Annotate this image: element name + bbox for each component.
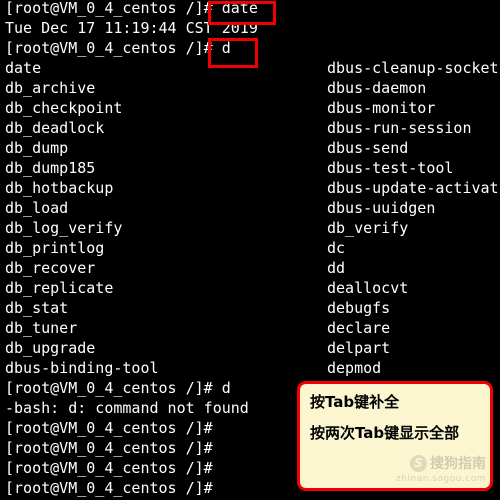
terminal-line: [root@VM_0_4_centos /]# xyxy=(5,439,213,457)
terminal-line: db_verify xyxy=(327,219,409,237)
terminal-line: dbus-test-tool xyxy=(327,159,454,177)
terminal-line: [root@VM_0_4_centos /]# xyxy=(5,459,213,477)
terminal-line: db_archive xyxy=(5,79,96,97)
terminal-line: db_replicate xyxy=(5,279,114,297)
annotation-line-2: 按两次Tab键显示全部 xyxy=(310,424,460,442)
terminal-line: dd xyxy=(327,259,346,277)
watermark-name: 搜狗指南 xyxy=(430,456,486,472)
terminal-line: dbus-send xyxy=(327,139,409,157)
terminal-line: dbus-cleanup-socket xyxy=(327,59,499,77)
terminal-line: db_checkpoint xyxy=(5,99,123,117)
sogou-logo-icon: S xyxy=(410,454,427,472)
terminal-line: dbus-binding-tool xyxy=(5,359,159,377)
terminal-line: date xyxy=(5,59,42,77)
terminal-line: db_recover xyxy=(5,259,96,277)
terminal-line: db_dump185 xyxy=(5,159,96,177)
terminal-line: delpart xyxy=(327,339,391,357)
terminal-line: dbus-daemon xyxy=(327,79,427,97)
watermark: S 搜狗指南 zhinan.sogou.com xyxy=(396,453,486,484)
annotation-line-1: 按Tab键补全 xyxy=(310,393,400,411)
terminal-line: db_deadlock xyxy=(5,119,105,137)
terminal-line: [root@VM_0_4_centos /]# xyxy=(5,419,213,437)
watermark-url: zhinan.sogou.com xyxy=(396,474,486,484)
terminal-line: [root@VM_0_4_centos /]# date xyxy=(5,0,258,17)
terminal-line: [root@VM_0_4_centos /]# d xyxy=(5,39,231,57)
terminal-line: deallocvt xyxy=(327,279,409,297)
terminal-line: Tue Dec 17 11:19:44 CST 2019 xyxy=(5,19,258,37)
terminal-line: db_hotbackup xyxy=(5,179,114,197)
terminal-line: dbus-update-activat xyxy=(327,179,499,197)
terminal-line: db_log_verify xyxy=(5,219,123,237)
terminal-line: dbus-uuidgen xyxy=(327,199,436,217)
terminal-line: db_upgrade xyxy=(5,339,96,357)
terminal-line: [root@VM_0_4_centos /]# d xyxy=(5,379,231,397)
terminal-line: db_dump xyxy=(5,139,69,157)
terminal-line: db_stat xyxy=(5,299,69,317)
terminal-line: dbus-monitor xyxy=(327,99,436,117)
terminal-line: declare xyxy=(327,319,391,337)
terminal-line: -bash: d: command not found xyxy=(5,399,249,417)
terminal-line: dc xyxy=(327,239,346,257)
terminal-line: [root@VM_0_4_centos /]# xyxy=(5,479,213,497)
terminal-line: dbus-run-session xyxy=(327,119,472,137)
terminal-line: debugfs xyxy=(327,299,391,317)
terminal-line: depmod xyxy=(327,359,382,377)
terminal-line: db_load xyxy=(5,199,69,217)
terminal-line: db_tuner xyxy=(5,319,78,337)
terminal-line: db_printlog xyxy=(5,239,105,257)
terminal-screen[interactable]: [root@VM_0_4_centos /]# date Tue Dec 17 1… xyxy=(0,0,500,500)
annotation-callout-box: 按Tab键补全 按两次Tab键显示全部 S 搜狗指南 zhinan.sogou.… xyxy=(297,381,493,491)
